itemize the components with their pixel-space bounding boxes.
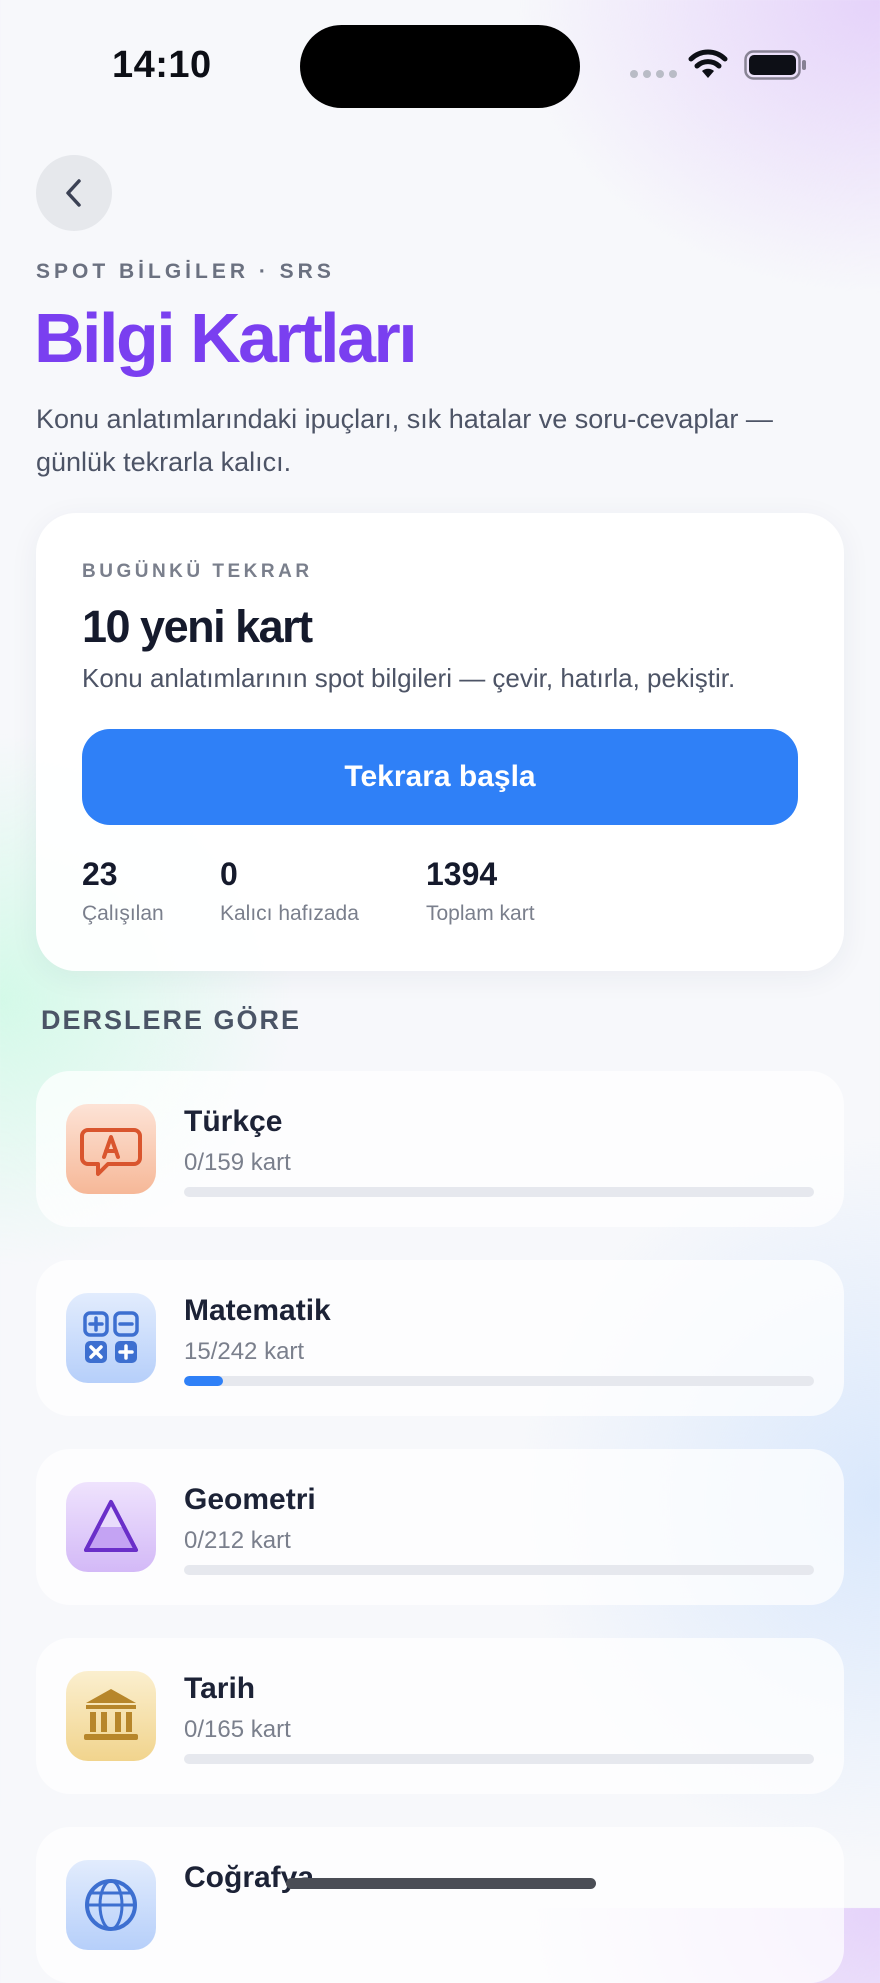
section-title: DERSLERE GÖRE — [41, 1005, 302, 1035]
subject-name: Tarih — [184, 1672, 256, 1705]
status-bar: 14:10 — [0, 0, 880, 130]
subject-card-count: 0/212 kart — [184, 1527, 291, 1554]
battery-icon — [744, 50, 806, 80]
dynamic-island — [300, 25, 580, 108]
page-subtitle: Konu anlatımlarındaki ipuçları, sık hata… — [36, 404, 773, 477]
subject-card-count: 15/242 kart — [184, 1338, 305, 1365]
subject-card-matematik[interactable]: Matematik 15/242 kart — [36, 1260, 844, 1416]
back-button[interactable] — [36, 155, 112, 231]
subject-name: Matematik — [184, 1294, 331, 1327]
speech-bubble-icon — [66, 1104, 156, 1194]
triangle-icon — [66, 1482, 156, 1572]
subject-card-tarih[interactable]: Tarih 0/165 kart — [36, 1638, 844, 1794]
today-review-title: 10 yeni kart — [82, 601, 313, 652]
stat-total: 1394 Toplam kart — [426, 858, 535, 926]
today-review-description: Konu anlatımlarının spot bilgileri — çev… — [82, 663, 736, 693]
start-review-button[interactable]: Tekrara başla — [82, 729, 798, 825]
subject-progress-bar — [184, 1187, 814, 1197]
stat-permanent: 0 Kalıcı hafızada — [220, 858, 359, 926]
globe-icon — [66, 1860, 156, 1950]
subject-progress-bar — [184, 1376, 814, 1386]
cellular-signal-icon — [630, 70, 677, 78]
subject-card-geometri[interactable]: Geometri 0/212 kart — [36, 1449, 844, 1605]
subject-card-count: 0/159 kart — [184, 1149, 291, 1176]
subject-card-cografya[interactable]: Coğrafya — [36, 1827, 844, 1983]
stat-studied: 23 Çalışılan — [82, 858, 164, 926]
today-review-card: BUGÜNKÜ TEKRAR 10 yeni kart Konu anlatım… — [36, 513, 844, 971]
status-time: 14:10 — [112, 44, 212, 86]
subject-progress-bar — [184, 1754, 814, 1764]
today-review-eyebrow: BUGÜNKÜ TEKRAR — [82, 561, 313, 582]
subject-name: Türkçe — [184, 1105, 283, 1138]
stat-permanent-value: 0 — [220, 856, 238, 892]
museum-icon — [66, 1671, 156, 1761]
subject-card-count: 0/165 kart — [184, 1716, 291, 1743]
home-indicator[interactable] — [286, 1878, 596, 1889]
wifi-icon — [688, 49, 728, 78]
page-title: Bilgi Kartları — [34, 299, 418, 377]
stat-studied-value: 23 — [82, 856, 118, 892]
subject-progress-fill — [184, 1376, 224, 1386]
stat-studied-label: Çalışılan — [82, 902, 164, 925]
subject-card-turkce[interactable]: Türkçe 0/159 kart — [36, 1071, 844, 1227]
stat-total-value: 1394 — [426, 856, 498, 892]
stat-permanent-label: Kalıcı hafızada — [220, 902, 359, 925]
chevron-left-icon — [66, 179, 81, 207]
stat-total-label: Toplam kart — [426, 902, 535, 925]
calculator-icon — [66, 1293, 156, 1383]
subject-progress-bar — [184, 1565, 814, 1575]
page-eyebrow: SPOT BİLGİLER · SRS — [36, 260, 335, 283]
subject-name: Geometri — [184, 1483, 316, 1516]
